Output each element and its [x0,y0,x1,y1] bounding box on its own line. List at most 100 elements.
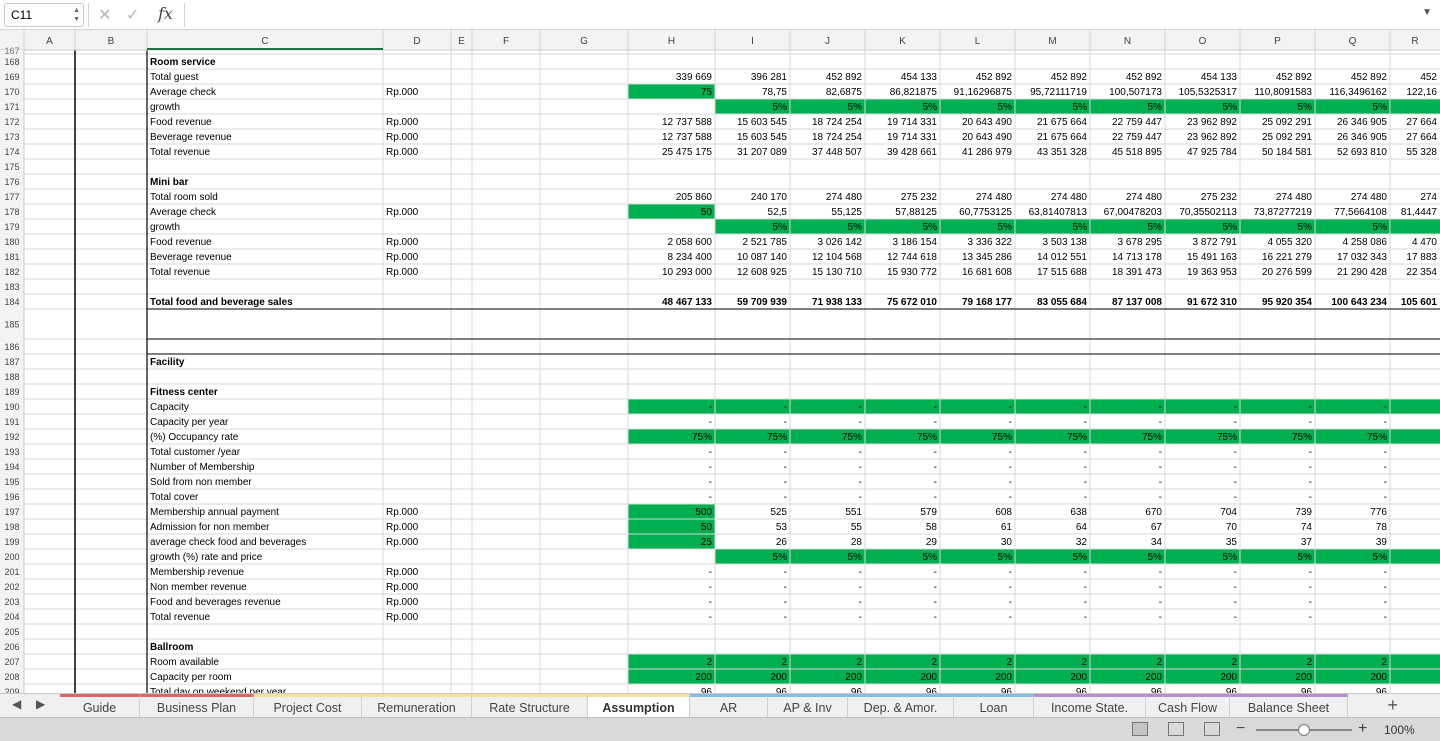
row-header[interactable]: 206 [4,642,19,652]
row-header[interactable]: 171 [4,102,19,112]
row-header[interactable]: 197 [4,507,19,517]
name-box-stepper-icon[interactable]: ▲ ▼ [73,6,80,24]
page-break-icon[interactable] [1204,722,1220,736]
zoom-slider-handle[interactable] [1298,724,1310,736]
row-header[interactable]: 190 [4,402,19,412]
sheet-tab-guide[interactable]: Guide [60,694,140,717]
row-header[interactable]: 168 [4,57,19,67]
row-header[interactable]: 192 [4,432,19,442]
column-header-d[interactable]: D [413,36,420,47]
column-header-r[interactable]: R [1411,36,1418,47]
row-header[interactable]: 169 [4,72,19,82]
column-header-f[interactable]: F [503,36,509,47]
sheet-tab-rate-structure[interactable]: Rate Structure [472,694,588,717]
row-header[interactable]: 205 [4,627,19,637]
confirm-icon[interactable]: ✓ [126,5,139,25]
column-header-n[interactable]: N [1124,36,1131,47]
row-header[interactable]: 200 [4,552,19,562]
row-header[interactable]: 186 [4,342,19,352]
cell-value: 2 058 600 [668,237,713,248]
row-header[interactable]: 196 [4,492,19,502]
row-header[interactable]: 207 [4,657,19,667]
row-header[interactable]: 193 [4,447,19,457]
column-header-h[interactable]: H [668,36,675,47]
row-header[interactable]: 208 [4,672,19,682]
row-header[interactable]: 199 [4,537,19,547]
column-header-q[interactable]: Q [1349,36,1357,47]
row-header[interactable]: 203 [4,597,19,607]
row-header[interactable]: 180 [4,237,19,247]
unit-label: Rp.000 [386,507,419,518]
sheet-tab-project-cost[interactable]: Project Cost [254,694,362,717]
sheet-tab-cash-flow[interactable]: Cash Flow [1146,694,1230,717]
sheet-tab-business-plan[interactable]: Business Plan [140,694,254,717]
cell-value: 274 480 [976,192,1013,203]
next-sheet-icon[interactable]: ▶ [36,697,45,711]
column-header-k[interactable]: K [899,36,906,47]
name-box[interactable]: C11 ▲ ▼ [4,3,84,27]
row-header[interactable]: 191 [4,417,19,427]
worksheet-grid[interactable]: A B C D E F G H I J K L M N O P Q R 167 168 Room service 169 T… [0,30,1440,693]
column-header-g[interactable]: G [580,36,588,47]
function-icon[interactable]: fx [158,4,173,23]
sheet-tab-income-state[interactable]: Income State. [1034,694,1146,717]
row-header[interactable]: 173 [4,132,19,142]
input-cell-highlight [1390,429,1440,444]
cell-value: 396 281 [751,72,788,83]
row-header[interactable]: 194 [4,462,19,472]
sheet-tab-assumption[interactable]: Assumption [588,694,690,717]
column-header-i[interactable]: I [751,36,754,47]
cell-value: - [1384,567,1387,578]
row-header[interactable]: 179 [4,222,19,232]
column-header-o[interactable]: O [1199,36,1207,47]
column-header-b[interactable]: B [108,36,115,47]
add-sheet-icon[interactable]: + [1387,695,1398,716]
cell-value: 22 354 [1406,267,1437,278]
row-header[interactable]: 176 [4,177,19,187]
column-header-p[interactable]: P [1274,36,1281,47]
row-header[interactable]: 182 [4,267,19,277]
cell-value: - [859,402,862,413]
row-header[interactable]: 188 [4,372,19,382]
column-header-j[interactable]: J [825,36,830,47]
sheet-tab-ap-inv[interactable]: AP & Inv [768,694,848,717]
row-header[interactable]: 185 [4,320,19,330]
sheet-tab-remuneration[interactable]: Remuneration [362,694,472,717]
cell-grid[interactable]: A B C D E F G H I J K L M N O P Q R 167168 Room service 169 T… [0,30,1440,693]
column-header-e[interactable]: E [458,36,465,47]
row-header[interactable]: 170 [4,87,19,97]
row-header[interactable]: 174 [4,147,19,157]
sheet-tab-dep-amor[interactable]: Dep. & Amor. [848,694,954,717]
sheet-tab-loan[interactable]: Loan [954,694,1034,717]
column-header-l[interactable]: L [975,36,981,47]
row-header[interactable]: 189 [4,387,19,397]
row-header[interactable]: 201 [4,567,19,577]
page-layout-icon[interactable] [1168,722,1184,736]
normal-view-icon[interactable] [1132,722,1148,736]
row-header[interactable]: 181 [4,252,19,262]
formula-input[interactable] [184,3,1424,27]
chevron-down-icon[interactable]: ▼ [1422,7,1432,18]
prev-sheet-icon[interactable]: ◀ [12,697,21,711]
row-header[interactable]: 195 [4,477,19,487]
sheet-tab-balance-sheet[interactable]: Balance Sheet [1230,694,1348,717]
row-header[interactable]: 198 [4,522,19,532]
row-header[interactable]: 172 [4,117,19,127]
row-header[interactable]: 177 [4,192,19,202]
row-header[interactable]: 184 [4,297,19,307]
column-header-m[interactable]: M [1048,36,1056,47]
column-header-c[interactable]: C [261,36,268,47]
sheet-tab-ar[interactable]: AR [690,694,768,717]
zoom-in-icon[interactable]: + [1358,720,1367,738]
cell-value: 12 737 588 [662,132,712,143]
cell-value: - [784,612,787,623]
row-header[interactable]: 202 [4,582,19,592]
cancel-icon[interactable]: ✕ [98,5,111,25]
row-header[interactable]: 204 [4,612,19,622]
row-header[interactable]: 187 [4,357,19,367]
column-header-a[interactable]: A [46,36,53,47]
row-header[interactable]: 183 [4,282,19,292]
row-header[interactable]: 175 [4,162,19,172]
row-header[interactable]: 178 [4,207,19,217]
zoom-out-icon[interactable]: − [1236,720,1245,738]
